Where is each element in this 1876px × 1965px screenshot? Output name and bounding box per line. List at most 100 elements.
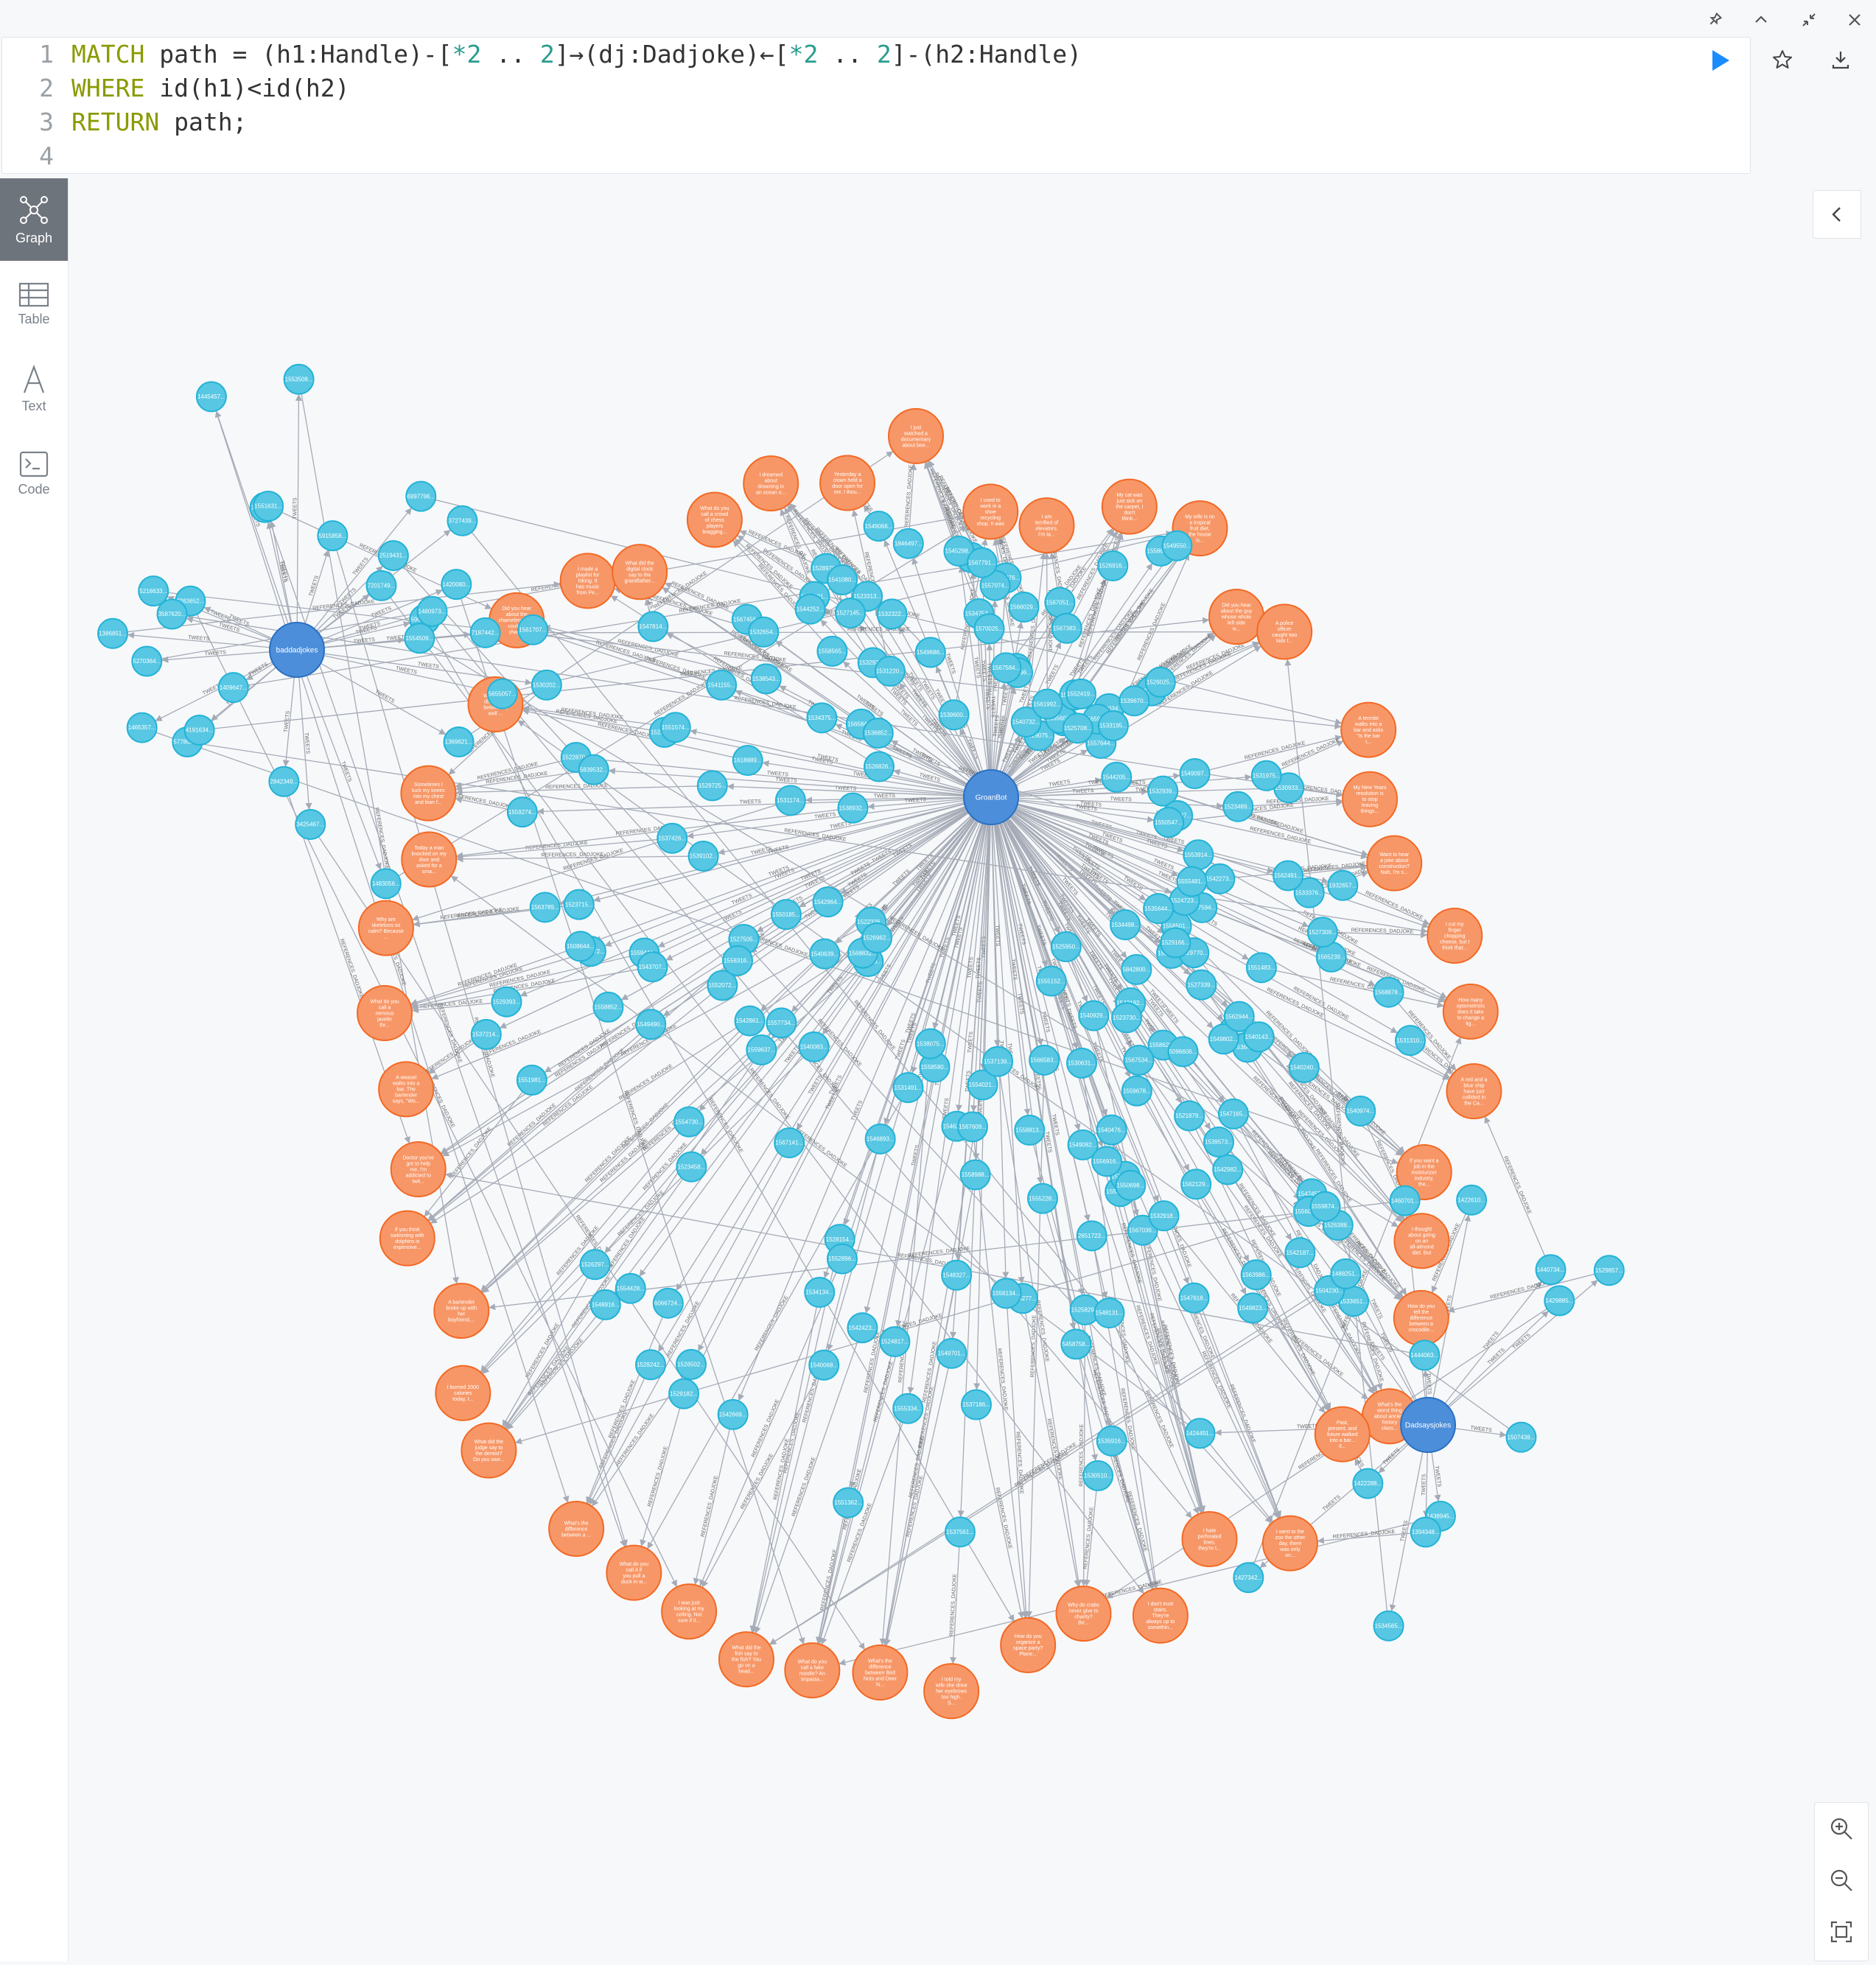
dadjoke-node[interactable]: A bartenderbroke up withherboyfriend,... bbox=[433, 1283, 490, 1339]
tweet-node[interactable]: 7201749... bbox=[365, 570, 397, 601]
tweet-node[interactable]: 1526297... bbox=[579, 1249, 611, 1281]
tweet-node[interactable]: 5555481... bbox=[1176, 866, 1208, 897]
tweet-node[interactable]: 1556916... bbox=[1091, 1146, 1123, 1177]
tweet-node[interactable]: 1540083... bbox=[798, 1031, 830, 1062]
dadjoke-node[interactable]: I burned 2000caloriestoday, I... bbox=[435, 1365, 491, 1421]
tweet-node[interactable]: 1540068... bbox=[808, 1349, 840, 1381]
tweet-node[interactable]: 1527339... bbox=[1186, 969, 1217, 1001]
tweet-node[interactable]: 1541155... bbox=[706, 669, 738, 701]
tweet-node[interactable]: 1531310... bbox=[1395, 1025, 1427, 1057]
tweet-node[interactable]: 5270364... bbox=[131, 645, 163, 677]
tweet-node[interactable]: 1550547... bbox=[1153, 807, 1185, 838]
dadjoke-node[interactable]: What did thejudge say tothe dentist?Do y… bbox=[461, 1422, 517, 1479]
tweet-node[interactable]: 1552419... bbox=[1065, 678, 1096, 710]
tweet-node[interactable]: 1544252... bbox=[794, 593, 826, 625]
tweet-node[interactable]: 1553508... bbox=[283, 363, 315, 395]
tweet-node[interactable]: 1526025... bbox=[1144, 666, 1176, 698]
tweet-node[interactable]: 1558565... bbox=[816, 635, 848, 667]
tweet-node[interactable]: 1567791... bbox=[966, 547, 998, 578]
tweet-node[interactable]: 1551631... bbox=[253, 491, 284, 522]
tweet-node[interactable]: 1424491... bbox=[1184, 1418, 1216, 1449]
tweet-node[interactable]: 1429885... bbox=[1544, 1285, 1575, 1317]
tweet-node[interactable]: 1533195... bbox=[1097, 710, 1129, 741]
collapse-panel-button[interactable] bbox=[1813, 190, 1861, 239]
tweet-node[interactable]: 1549823... bbox=[1237, 1292, 1269, 1324]
tweet-node[interactable]: 5915858... bbox=[317, 520, 349, 552]
tweet-node[interactable]: 1563986... bbox=[1240, 1259, 1272, 1291]
tweet-node[interactable]: 1526962... bbox=[861, 922, 893, 954]
tweet-node[interactable]: 1566029... bbox=[1008, 591, 1040, 623]
tweet-node[interactable]: 3587620... bbox=[156, 598, 188, 630]
zoom-in-button[interactable] bbox=[1815, 1803, 1868, 1854]
dadjoke-node[interactable]: A weaselwalks into abar. Thebartendersay… bbox=[378, 1061, 435, 1118]
tweet-node[interactable]: 1480973... bbox=[416, 595, 448, 627]
tweet-node[interactable]: 1527309... bbox=[1306, 917, 1338, 948]
tweet-node[interactable]: 1551574... bbox=[659, 712, 691, 743]
tweet-node[interactable]: 1530631... bbox=[1066, 1047, 1098, 1079]
tweet-node[interactable]: 1465357... bbox=[126, 712, 158, 743]
tweet-node[interactable]: 1568878... bbox=[1373, 976, 1404, 1008]
tweet-node[interactable]: 1542964... bbox=[812, 886, 844, 918]
query-editor[interactable]: 1 MATCH path = (h1:Handle)-[*2 .. 2]→(dj:… bbox=[1, 37, 1751, 174]
tweet-node[interactable]: 1540639... bbox=[809, 938, 841, 970]
close-icon[interactable] bbox=[1844, 9, 1866, 31]
tweet-node[interactable]: 1550698... bbox=[1115, 1169, 1147, 1201]
tweet-node[interactable]: 1541080... bbox=[827, 564, 858, 595]
tweet-node[interactable]: 1526502... bbox=[676, 1348, 707, 1380]
tweet-node[interactable]: 1553914... bbox=[1183, 839, 1214, 871]
tweet-node[interactable]: 1483056... bbox=[370, 868, 402, 900]
tweet-node[interactable]: 1549701... bbox=[936, 1337, 967, 1369]
tweet-node[interactable]: 1559274... bbox=[506, 796, 538, 828]
tweet-node[interactable]: 1548916... bbox=[589, 1289, 621, 1320]
tweet-node[interactable]: 1531174... bbox=[774, 785, 806, 816]
dadjoke-node[interactable]: What did thefish say tothe fish? Yougo o… bbox=[718, 1631, 774, 1688]
tweet-node[interactable]: 2519431... bbox=[377, 540, 409, 572]
tweet-node[interactable]: 1558813... bbox=[1014, 1114, 1046, 1146]
tweet-node[interactable]: 1554730... bbox=[673, 1106, 705, 1138]
dadjoke-node[interactable]: Doctor you'vegot to helpme, I'maddicted … bbox=[390, 1141, 447, 1198]
tweet-node[interactable]: 1540974... bbox=[1345, 1095, 1376, 1127]
tweet-node[interactable]: 4191634... bbox=[183, 715, 215, 746]
tweet-node[interactable]: 1550185... bbox=[770, 899, 802, 931]
dadjoke-node[interactable]: I made aplaylist forhiking. Ithas musicf… bbox=[559, 553, 616, 609]
tweet-node[interactable]: 1523489... bbox=[1222, 791, 1254, 822]
tweet-node[interactable]: 1523730... bbox=[1111, 1002, 1143, 1034]
tweet-node[interactable]: 1444063... bbox=[1409, 1339, 1441, 1371]
tweet-node[interactable]: 6997796... bbox=[405, 480, 437, 512]
dadjoke-node[interactable]: A red and ablue shiphave justcollided in… bbox=[1446, 1063, 1502, 1120]
handle-node[interactable]: baddadjokes bbox=[269, 622, 325, 678]
tweet-node[interactable]: 1539670... bbox=[1119, 685, 1150, 717]
tweet-node[interactable]: 1530510... bbox=[1082, 1460, 1114, 1491]
dadjoke-node[interactable]: I thoughtabout goingon anall-almonddiet.… bbox=[1393, 1213, 1450, 1269]
dadjoke-node[interactable]: How do youtell thedifferencebetween acro… bbox=[1393, 1289, 1449, 1346]
download-button[interactable] bbox=[1830, 49, 1851, 74]
tweet-node[interactable]: 1529393... bbox=[491, 986, 522, 1017]
tweet-node[interactable]: 1523715... bbox=[563, 889, 595, 920]
tweet-node[interactable]: 1554509... bbox=[404, 623, 435, 654]
tweet-node[interactable]: 1409647... bbox=[217, 672, 249, 704]
tweet-node[interactable]: 1538932... bbox=[837, 792, 869, 824]
tweet-node[interactable]: 1558988... bbox=[959, 1159, 991, 1191]
tweet-node[interactable]: 1567609... bbox=[956, 1111, 988, 1143]
tweet-node[interactable]: 1538075... bbox=[914, 1028, 946, 1059]
dadjoke-node[interactable]: Today a manknocked on mydoor andasked fo… bbox=[401, 831, 458, 888]
tweet-node[interactable]: 1549066... bbox=[863, 511, 895, 542]
tweet-node[interactable]: 1524817... bbox=[879, 1325, 911, 1357]
dadjoke-node[interactable]: What do youcall a fakenoodle? AnImpasta.… bbox=[784, 1642, 841, 1699]
tweet-node[interactable]: 1567383... bbox=[1051, 612, 1082, 644]
handle-node[interactable]: GroanBot bbox=[963, 769, 1019, 825]
nav-table[interactable]: Table bbox=[0, 263, 68, 346]
tweet-node[interactable]: 1549686... bbox=[914, 637, 946, 668]
tweet-node[interactable]: 1537139... bbox=[982, 1045, 1014, 1077]
nav-code[interactable]: Code bbox=[0, 432, 68, 515]
tweet-node[interactable]: 1535916... bbox=[1096, 1425, 1127, 1457]
tweet-node[interactable]: 1532918... bbox=[1148, 1200, 1180, 1232]
dadjoke-node[interactable]: I amterrified ofelevators.I'm ta... bbox=[1018, 497, 1075, 554]
handle-node[interactable]: Dadsaysjokes bbox=[1400, 1397, 1456, 1453]
tweet-node[interactable]: 1554428... bbox=[615, 1272, 646, 1304]
tweet-node[interactable]: 1548131... bbox=[1093, 1297, 1125, 1328]
tweet-node[interactable]: 1542187... bbox=[1284, 1237, 1316, 1269]
tweet-node[interactable]: 1558852... bbox=[592, 991, 624, 1023]
tweet-node[interactable]: 1561707... bbox=[517, 614, 549, 645]
dadjoke-node[interactable]: I justwatched adocumentaryabout bee... bbox=[888, 407, 944, 464]
